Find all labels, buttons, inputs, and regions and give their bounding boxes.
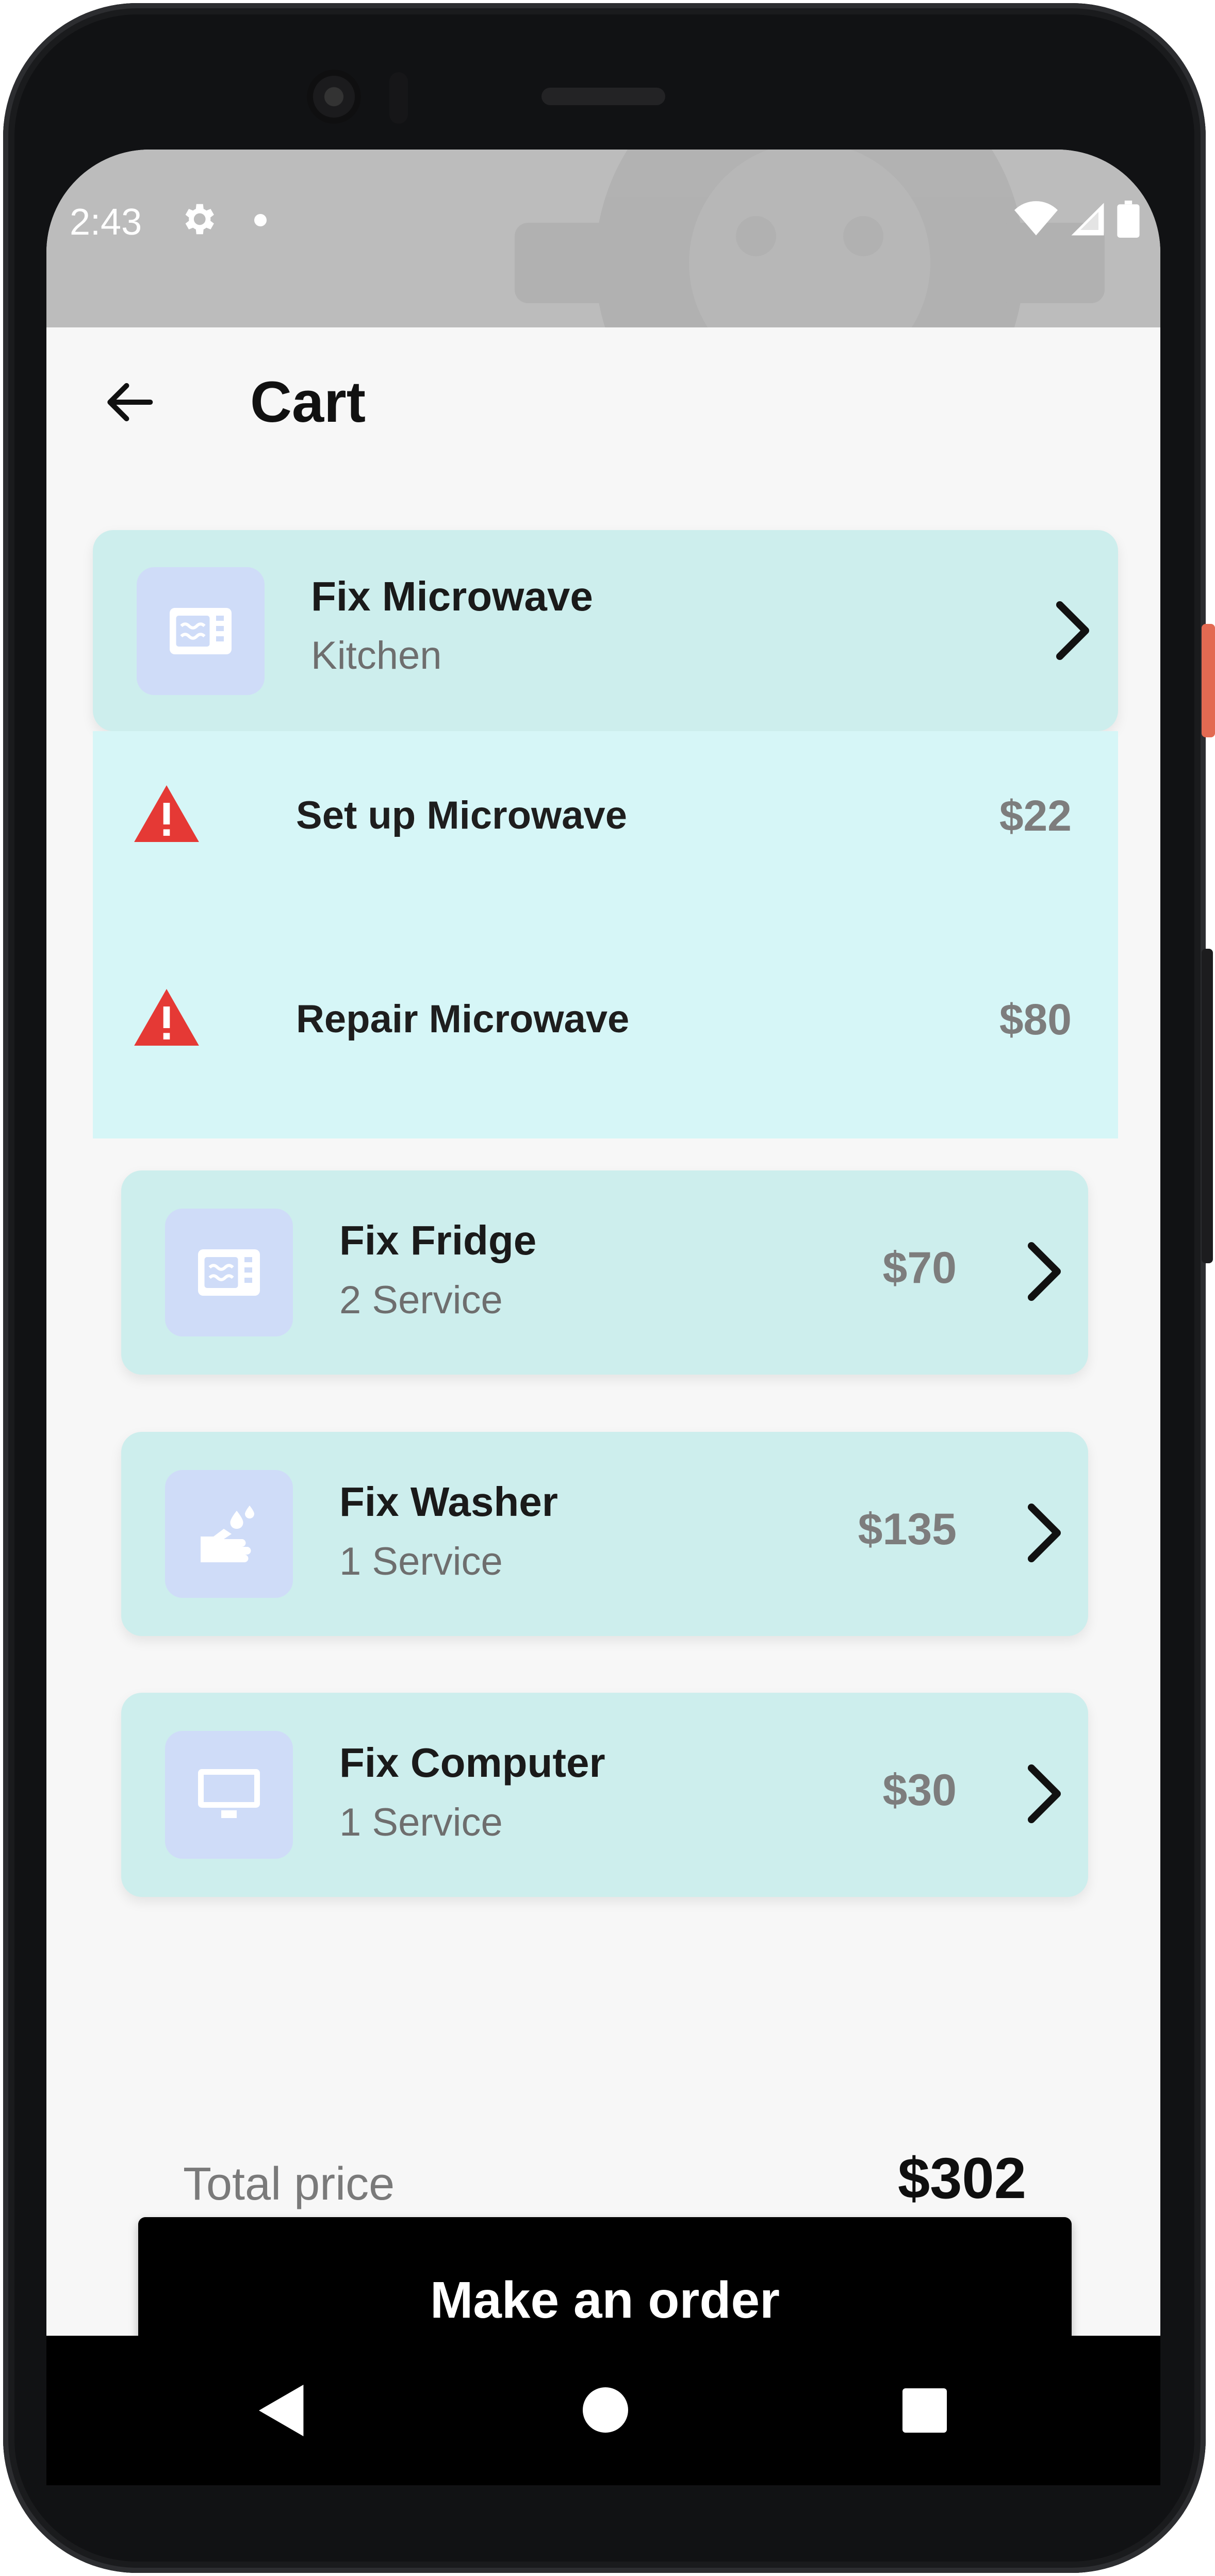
status-time: 2:43 — [70, 202, 142, 243]
app-screen: 2:43 Cart Fix Microwave Kitchen Set up M… — [46, 150, 1160, 2485]
back-arrow-icon[interactable] — [101, 374, 157, 431]
icon-box — [137, 567, 265, 695]
cart-group-fix-computer[interactable]: Fix Computer 1 Service $30 — [121, 1693, 1088, 1897]
wifi-icon — [1014, 201, 1058, 236]
settings-status-icon — [185, 204, 214, 235]
microwave-icon — [198, 1249, 260, 1296]
notification-dot-icon — [254, 214, 267, 226]
service-name: Set up Microwave — [296, 794, 627, 837]
group-title: Fix Microwave — [311, 573, 593, 619]
nav-home-icon[interactable] — [583, 2387, 628, 2433]
status-bar: 2:43 — [46, 150, 1160, 327]
icon-box — [165, 1731, 293, 1859]
nav-recents-icon[interactable] — [902, 2388, 947, 2433]
group-title: Fix Fridge — [339, 1217, 537, 1263]
service-price: $22 — [999, 791, 1072, 840]
group-price: $70 — [882, 1243, 957, 1293]
cart-group-fix-washer[interactable]: Fix Washer 1 Service $135 — [121, 1432, 1088, 1636]
cellular-signal-icon — [1071, 203, 1104, 236]
hand-wash-icon — [201, 1506, 254, 1562]
monitor-icon — [198, 1769, 260, 1818]
group-title: Fix Washer — [339, 1479, 558, 1525]
system-navigation-bar — [46, 2336, 1160, 2485]
group-subtitle: 1 Service — [339, 1540, 503, 1583]
warning-icon — [134, 785, 199, 842]
front-camera — [307, 70, 361, 124]
chevron-right-icon[interactable] — [1021, 1763, 1073, 1825]
battery-icon — [1117, 201, 1140, 238]
volume-button — [1202, 949, 1213, 1263]
total-price-label: Total price — [183, 2158, 395, 2210]
app-header: Cart — [46, 327, 1160, 482]
chevron-right-icon[interactable] — [1049, 600, 1101, 662]
group-subtitle: 2 Service — [339, 1278, 503, 1322]
group-price: $135 — [858, 1505, 957, 1554]
chevron-right-icon[interactable] — [1021, 1241, 1073, 1302]
service-row[interactable]: Repair Microwave $80 — [93, 976, 1118, 1079]
microwave-icon — [170, 608, 232, 654]
chevron-right-icon[interactable] — [1021, 1502, 1073, 1564]
status-icons — [1014, 199, 1140, 240]
icon-box — [165, 1470, 293, 1598]
earpiece-speaker — [541, 88, 665, 105]
page-title: Cart — [250, 370, 366, 434]
service-row[interactable]: Set up Microwave $22 — [93, 772, 1118, 876]
total-price-value: $302 — [897, 2146, 1026, 2210]
icon-box — [165, 1209, 293, 1336]
expanded-services: Set up Microwave $22 Repair Microwave $8… — [93, 731, 1118, 1138]
service-name: Repair Microwave — [296, 997, 630, 1041]
group-price: $30 — [882, 1765, 957, 1815]
group-subtitle: 1 Service — [339, 1801, 503, 1844]
proximity-sensor — [389, 72, 408, 124]
power-button — [1202, 624, 1215, 737]
warning-icon — [134, 989, 199, 1046]
nav-back-icon[interactable] — [258, 2385, 307, 2436]
group-title: Fix Computer — [339, 1740, 605, 1786]
cart-group-fix-microwave[interactable]: Fix Microwave Kitchen — [93, 530, 1118, 731]
service-price: $80 — [999, 995, 1072, 1044]
group-subtitle: Kitchen — [311, 634, 442, 678]
cart-group-fix-fridge[interactable]: Fix Fridge 2 Service $70 — [121, 1170, 1088, 1375]
